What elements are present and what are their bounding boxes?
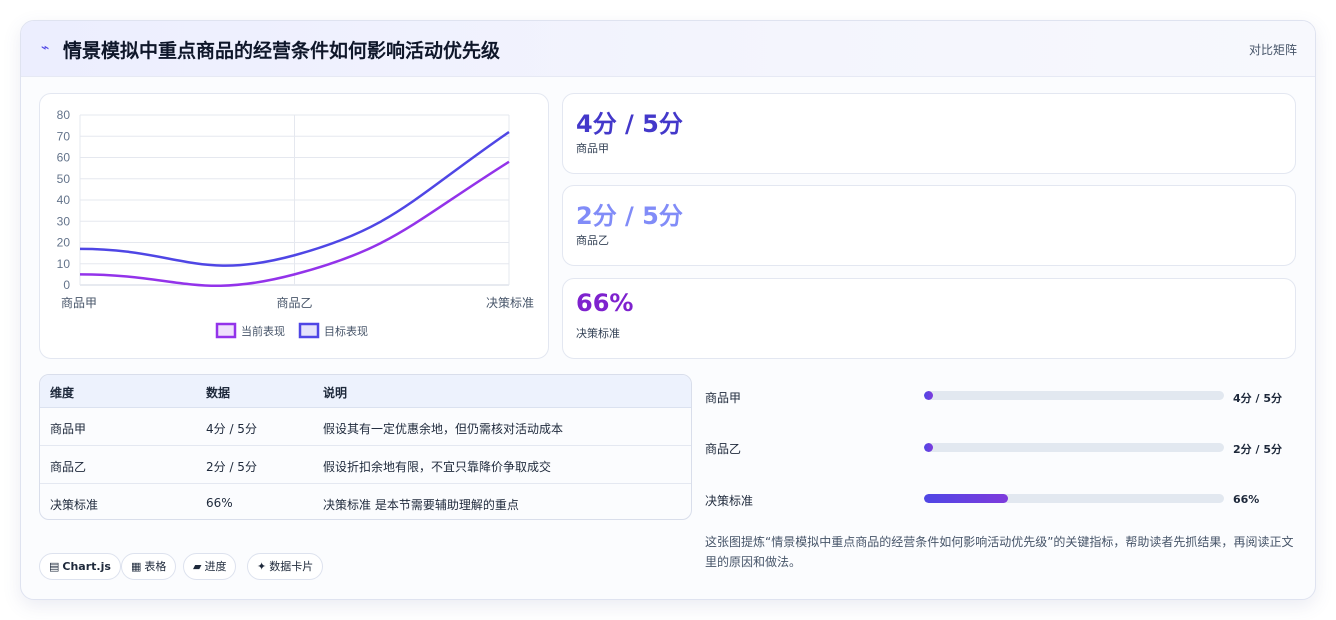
pill-progress[interactable]: ▰ 进度 xyxy=(183,553,237,580)
sparkle-icon: ✦ xyxy=(257,560,267,573)
stat-label: 决策标准 xyxy=(576,327,620,340)
table-row: 商品甲 4分 / 5分 假设其有一定优惠余地，但仍需核对活动成本 xyxy=(40,408,691,446)
grid-icon: ▦ xyxy=(131,560,142,573)
stat-value: 4分 / 5分 xyxy=(576,110,683,138)
progress-label: 商品乙 xyxy=(705,442,742,456)
table-cell: 假设其有一定优惠余地，但仍需核对活动成本 xyxy=(323,422,564,436)
line-chart: 0 10 20 30 40 50 60 70 80 商品甲 商品乙 决策标准当前表现 目标表现 xyxy=(57,108,534,339)
stat-card-3: 66% 决策标准 xyxy=(562,278,1296,359)
y-tick-label: 80 xyxy=(57,108,71,122)
column-header: 维度 xyxy=(50,386,75,400)
x-tick-label: 商品乙 xyxy=(276,295,312,310)
stat-card-2: 2分 / 5分 商品乙 xyxy=(562,185,1296,266)
legend-label: 当前表现 xyxy=(241,324,285,338)
stat-label: 商品甲 xyxy=(576,142,609,155)
table-cell: 2分 / 5分 xyxy=(206,460,257,474)
y-tick-label: 50 xyxy=(57,172,71,186)
progress-label: 决策标准 xyxy=(705,494,754,508)
header-tag: 对比矩阵 xyxy=(1248,43,1297,57)
pill-label: 数据卡片 xyxy=(269,560,314,573)
progress-value: 66% xyxy=(1233,493,1260,506)
table-row: 商品乙 2分 / 5分 假设折扣余地有限，不宜只靠降价争取成交 xyxy=(40,446,691,484)
card-header: ⌁ 情景模拟中重点商品的经营条件如何影响活动优先级 对比矩阵 xyxy=(21,21,1315,77)
table-row: 决策标准 66% 决策标准 是本节需要辅助理解的重点 xyxy=(40,484,691,519)
table-icon: ▤ xyxy=(49,560,60,573)
progress-value: 2分 / 5分 xyxy=(1233,443,1282,456)
table-cell: 决策标准 是本节需要辅助理解的重点 xyxy=(323,498,519,512)
progress-value: 4分 / 5分 xyxy=(1233,392,1282,405)
y-tick-label: 10 xyxy=(57,257,71,271)
legend-swatch xyxy=(298,322,320,339)
summary-note: 这张图提炼“情景模拟中重点商品的经营条件如何影响活动优先级”的关键指标，帮助读者… xyxy=(705,535,1294,569)
pill-label: 表格 xyxy=(144,560,167,573)
y-tick-label: 40 xyxy=(57,193,71,207)
y-tick-label: 30 xyxy=(57,214,71,228)
y-tick-label: 60 xyxy=(57,151,71,165)
legend-swatch xyxy=(215,322,237,339)
table-cell: 66% xyxy=(206,496,233,510)
progress-fill xyxy=(924,494,1008,503)
y-tick-label: 0 xyxy=(63,278,70,292)
data-table: 维度 数据 说明 商品甲 4分 / 5分 假设其有一定优惠余地，但仍需核对活动成… xyxy=(39,374,692,520)
chart-line-icon: ⌁ xyxy=(41,40,50,56)
progress-track xyxy=(924,494,1224,503)
progress-label: 商品甲 xyxy=(705,391,742,405)
stat-value: 2分 / 5分 xyxy=(576,202,683,230)
progress-track xyxy=(924,443,1224,452)
page-title: 情景模拟中重点商品的经营条件如何影响活动优先级 xyxy=(63,40,501,62)
table-cell: 商品甲 xyxy=(50,422,87,436)
pill-table[interactable]: ▦ 表格 xyxy=(121,553,177,580)
stat-label: 商品乙 xyxy=(576,234,609,247)
table-cell: 商品乙 xyxy=(50,460,87,474)
stat-card-1: 4分 / 5分 商品甲 xyxy=(562,93,1296,174)
table-header: 维度 数据 说明 xyxy=(40,375,691,408)
column-header: 说明 xyxy=(323,386,348,400)
y-tick-label: 70 xyxy=(57,129,71,143)
y-tick-label: 20 xyxy=(57,236,71,250)
x-tick-label: 商品甲 xyxy=(61,295,97,310)
column-header: 数据 xyxy=(206,386,231,400)
progress-icon: ▰ xyxy=(193,560,202,573)
line-chart-panel: 0 10 20 30 40 50 60 70 80 商品甲 商品乙 决策标准当前表现 目标表现 xyxy=(39,93,549,359)
x-tick-label: 决策标准 xyxy=(486,296,534,310)
pill-chartjs[interactable]: ▤ Chart.js xyxy=(39,553,121,580)
legend-label: 目标表现 xyxy=(324,324,368,338)
progress-fill xyxy=(924,443,933,452)
progress-fill xyxy=(924,391,933,400)
table-cell: 假设折扣余地有限，不宜只靠降价争取成交 xyxy=(323,460,552,474)
table-cell: 4分 / 5分 xyxy=(206,422,257,436)
pill-data-card[interactable]: ✦ 数据卡片 xyxy=(247,553,324,580)
pill-label: 进度 xyxy=(204,560,227,573)
pill-label: Chart.js xyxy=(62,560,111,573)
progress-track xyxy=(924,391,1224,400)
table-cell: 决策标准 xyxy=(50,498,99,512)
stat-value: 66% xyxy=(576,289,634,317)
